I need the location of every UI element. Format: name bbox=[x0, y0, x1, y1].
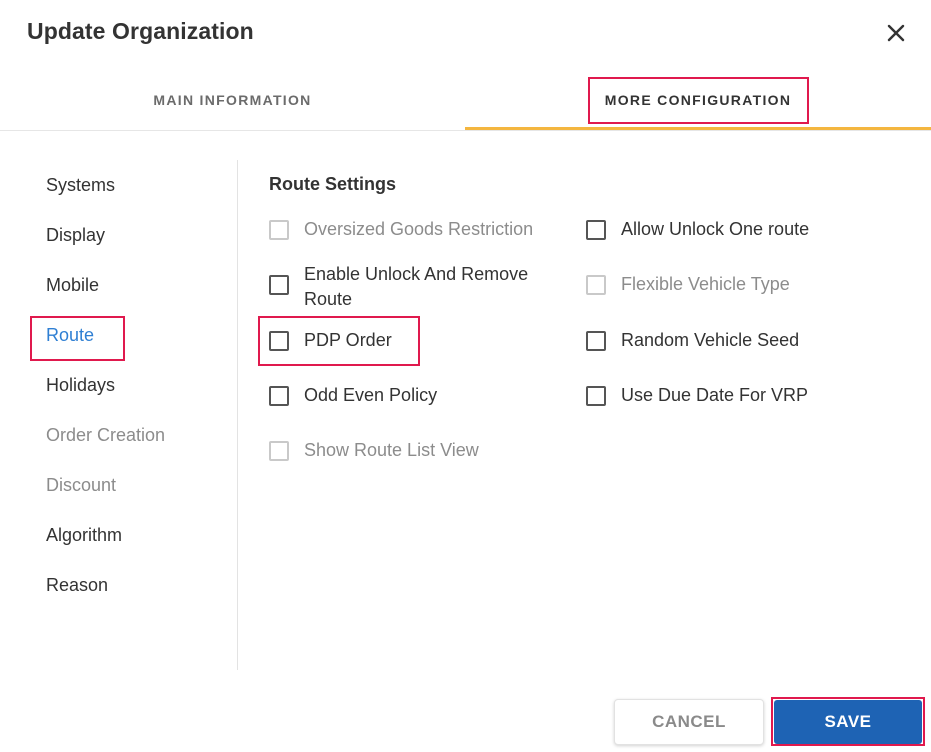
checkbox[interactable] bbox=[586, 220, 606, 240]
sidebar-item-route[interactable]: Route bbox=[46, 325, 94, 346]
option-enable-unlock-and-remove-route[interactable]: Enable Unlock And Remove Route bbox=[269, 264, 559, 312]
dialog-title: Update Organization bbox=[27, 18, 254, 44]
option-oversized-goods-restriction: Oversized Goods Restriction bbox=[269, 219, 534, 242]
close-button[interactable] bbox=[880, 19, 912, 47]
option-odd-even-policy[interactable]: Odd Even Policy bbox=[269, 385, 438, 408]
checkbox bbox=[269, 441, 289, 461]
tab-more-configuration[interactable]: MORE CONFIGURATION bbox=[465, 70, 931, 130]
option-show-route-list-view: Show Route List View bbox=[269, 440, 479, 463]
checkbox[interactable] bbox=[586, 386, 606, 406]
cancel-button[interactable]: CANCEL bbox=[614, 699, 764, 745]
sidebar-item-discount: Discount bbox=[46, 475, 117, 495]
sidebar-item-systems[interactable]: Systems bbox=[46, 175, 115, 196]
option-label: PDP Order bbox=[304, 330, 392, 350]
tab-main-information[interactable]: MAIN INFORMATION bbox=[0, 70, 465, 130]
option-label: Oversized Goods Restriction bbox=[304, 219, 534, 239]
sidebar-item-reason[interactable]: Reason bbox=[46, 575, 108, 596]
sidebar-item-order-creation: Order Creation bbox=[46, 425, 166, 445]
checkbox[interactable] bbox=[269, 331, 289, 351]
option-label: Flexible Vehicle Type bbox=[621, 274, 790, 294]
sidebar-item-mobile[interactable]: Mobile bbox=[46, 275, 99, 296]
option-label: Enable Unlock And Remove Route bbox=[304, 264, 529, 309]
option-flexible-vehicle-type: Flexible Vehicle Type bbox=[586, 274, 790, 297]
sidebar-item-algorithm[interactable]: Algorithm bbox=[46, 525, 122, 546]
section-title: Route Settings bbox=[269, 174, 397, 194]
sidebar-item-display[interactable]: Display bbox=[46, 225, 105, 246]
save-button[interactable]: SAVE bbox=[774, 700, 922, 744]
sidebar-item-holidays[interactable]: Holidays bbox=[46, 375, 115, 396]
option-label: Odd Even Policy bbox=[304, 385, 438, 405]
checkbox[interactable] bbox=[269, 386, 289, 406]
update-organization-dialog: Update Organization MAIN INFORMATION MOR… bbox=[0, 0, 931, 752]
option-label: Use Due Date For VRP bbox=[621, 385, 809, 405]
settings-sidebar bbox=[0, 160, 238, 670]
option-label: Random Vehicle Seed bbox=[621, 330, 800, 350]
checkbox[interactable] bbox=[586, 331, 606, 351]
option-label: Show Route List View bbox=[304, 440, 479, 460]
option-pdp-order[interactable]: PDP Order bbox=[269, 330, 392, 353]
active-tab-indicator bbox=[465, 127, 931, 130]
option-label: Allow Unlock One route bbox=[621, 219, 810, 239]
option-random-vehicle-seed[interactable]: Random Vehicle Seed bbox=[586, 330, 800, 353]
checkbox[interactable] bbox=[269, 275, 289, 295]
checkbox bbox=[586, 275, 606, 295]
close-icon bbox=[887, 24, 905, 42]
checkbox bbox=[269, 220, 289, 240]
option-use-due-date-for-vrp[interactable]: Use Due Date For VRP bbox=[586, 385, 809, 408]
option-allow-unlock-one-route[interactable]: Allow Unlock One route bbox=[586, 219, 810, 242]
tab-bar: MAIN INFORMATION MORE CONFIGURATION bbox=[0, 70, 931, 131]
